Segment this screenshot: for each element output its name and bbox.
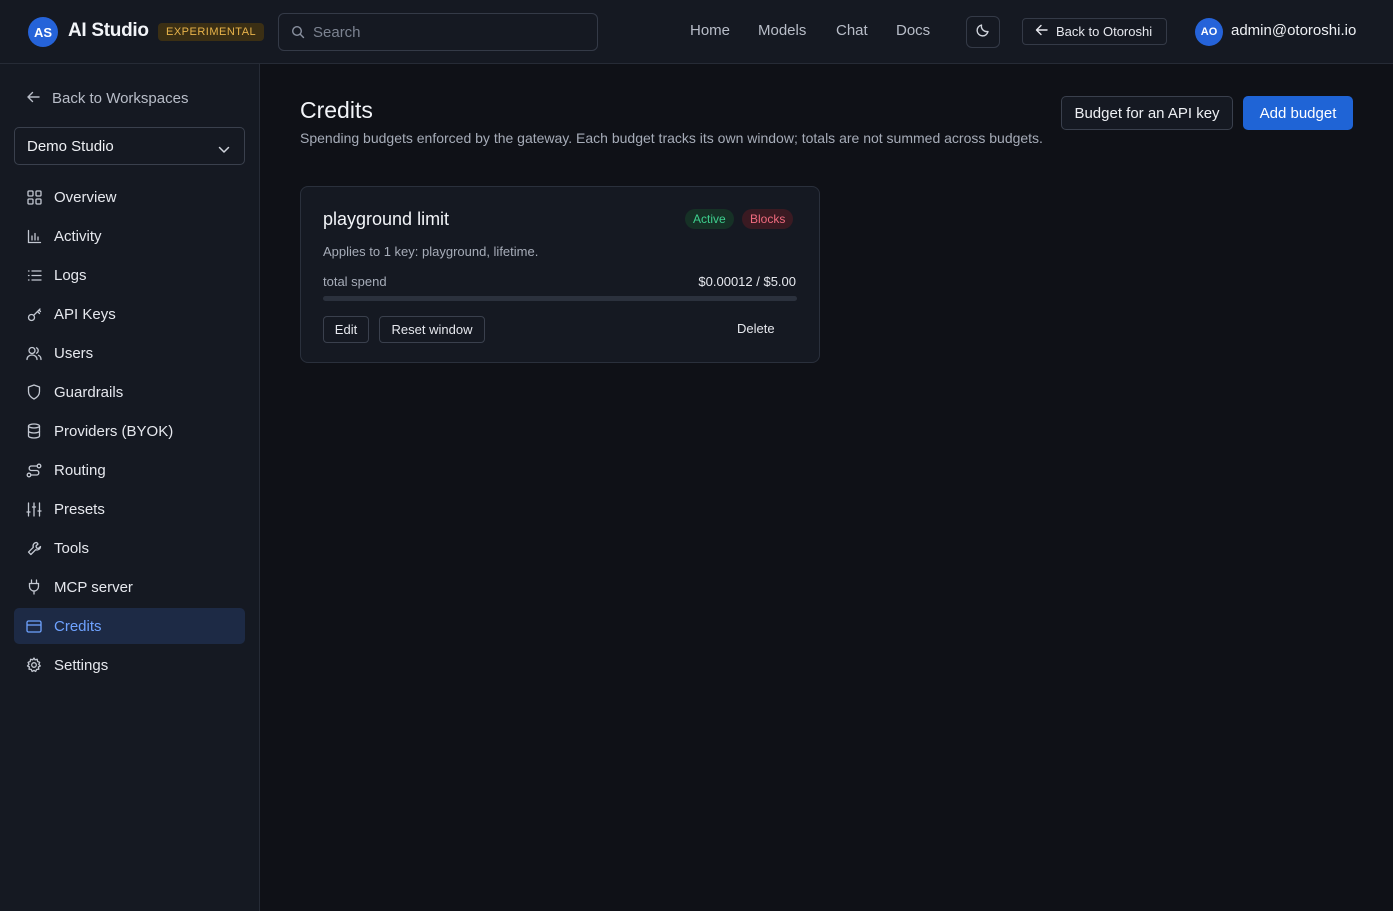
sidebar-item-label: Activity: [54, 227, 102, 245]
status-badge: Active: [685, 209, 734, 229]
back-to-workspaces-link[interactable]: Back to Workspaces: [26, 90, 188, 107]
add-budget-button[interactable]: Add budget: [1243, 96, 1353, 130]
budget-for-api-key-button[interactable]: Budget for an API key: [1061, 96, 1233, 130]
budget-card: playground limit Active Blocks Applies t…: [300, 186, 820, 363]
delete-button[interactable]: Delete: [737, 321, 775, 336]
budget-scope: Applies to 1 key: playground, lifetime.: [323, 244, 539, 259]
theme-toggle-button[interactable]: [966, 16, 1000, 48]
nav-models[interactable]: Models: [758, 22, 806, 39]
sidebar-item-logs[interactable]: Logs: [14, 257, 245, 293]
search-input[interactable]: [313, 14, 593, 50]
sidebar-item-label: Users: [54, 344, 94, 362]
back-to-otoroshi-label: Back to Otoroshi: [1056, 24, 1153, 39]
back-to-otoroshi-button[interactable]: Back to Otoroshi: [1022, 18, 1167, 45]
nav-chat[interactable]: Chat: [836, 22, 868, 39]
sidebar-item-label: Presets: [54, 500, 105, 518]
sidebar-item-users[interactable]: Users: [14, 335, 245, 371]
user-avatar[interactable]: AO: [1195, 18, 1223, 46]
spend-label: total spend: [323, 274, 387, 289]
bar-chart-icon: [26, 228, 42, 244]
back-to-workspaces-label: Back to Workspaces: [52, 90, 189, 107]
spend-value: $0.00012 / $5.00: [698, 274, 796, 289]
nav-home[interactable]: Home: [690, 22, 730, 39]
search-icon: [291, 25, 305, 44]
sidebar-item-label: Credits: [54, 617, 102, 635]
budget-name: playground limit: [323, 209, 450, 229]
plug-icon: [26, 579, 42, 595]
page-title: Credits: [300, 97, 373, 123]
wrench-icon: [26, 540, 42, 556]
moon-icon: [975, 22, 991, 43]
sidebar-item-mcp-server[interactable]: MCP server: [14, 569, 245, 605]
sidebar-item-tools[interactable]: Tools: [14, 530, 245, 566]
arrow-left-icon: [26, 90, 40, 107]
sidebar-item-guardrails[interactable]: Guardrails: [14, 374, 245, 410]
experimental-badge: EXPERIMENTAL: [158, 23, 265, 41]
brand-name[interactable]: AI Studio: [68, 20, 149, 42]
sidebar-item-label: Overview: [54, 188, 117, 206]
sidebar-item-settings[interactable]: Settings: [14, 647, 245, 683]
reset-window-button[interactable]: Reset window: [379, 316, 485, 343]
users-icon: [26, 345, 42, 361]
sidebar-item-label: Guardrails: [54, 383, 124, 401]
grid-icon: [26, 189, 42, 205]
credit-card-icon: [26, 618, 42, 634]
user-email[interactable]: admin@otoroshi.io: [1231, 22, 1356, 39]
sidebar-item-presets[interactable]: Presets: [14, 491, 245, 527]
sliders-icon: [26, 501, 42, 517]
route-icon: [26, 462, 42, 478]
nav-docs[interactable]: Docs: [896, 22, 930, 39]
sidebar-item-label: Routing: [54, 461, 106, 479]
list-icon: [26, 267, 42, 283]
sidebar-item-label: Logs: [54, 266, 87, 284]
sidebar-item-label: MCP server: [54, 578, 133, 596]
sidebar-item-credits[interactable]: Credits: [14, 608, 245, 644]
top-bar: AS AI Studio EXPERIMENTAL Home Models Ch…: [0, 0, 1393, 64]
page-description: Spending budgets enforced by the gateway…: [300, 130, 1043, 146]
spend-progress-bar: [323, 296, 797, 301]
search-box[interactable]: [278, 13, 598, 51]
sidebar-item-activity[interactable]: Activity: [14, 218, 245, 254]
sidebar-item-label: Settings: [54, 656, 109, 674]
sidebar-item-providers[interactable]: Providers (BYOK): [14, 413, 245, 449]
key-icon: [26, 306, 42, 322]
sidebar-item-label: Tools: [54, 539, 90, 557]
sidebar-item-routing[interactable]: Routing: [14, 452, 245, 488]
workspace-select-value: Demo Studio: [27, 137, 114, 155]
shield-icon: [26, 384, 42, 400]
workspace-select[interactable]: Demo Studio: [14, 127, 245, 165]
sidebar-item-label: Providers (BYOK): [54, 422, 174, 440]
sidebar-item-label: API Keys: [54, 305, 116, 323]
edit-button[interactable]: Edit: [323, 316, 369, 343]
sidebar-item-api-keys[interactable]: API Keys: [14, 296, 245, 332]
sidebar: Back to Workspaces Demo Studio Overview …: [0, 64, 260, 911]
sidebar-item-overview[interactable]: Overview: [14, 179, 245, 215]
brand-logo: AS: [28, 17, 58, 47]
arrow-left-icon: [1035, 24, 1048, 39]
gear-icon: [26, 657, 42, 673]
chevron-down-icon: [218, 141, 230, 158]
mode-badge: Blocks: [742, 209, 794, 229]
database-icon: [26, 423, 42, 439]
